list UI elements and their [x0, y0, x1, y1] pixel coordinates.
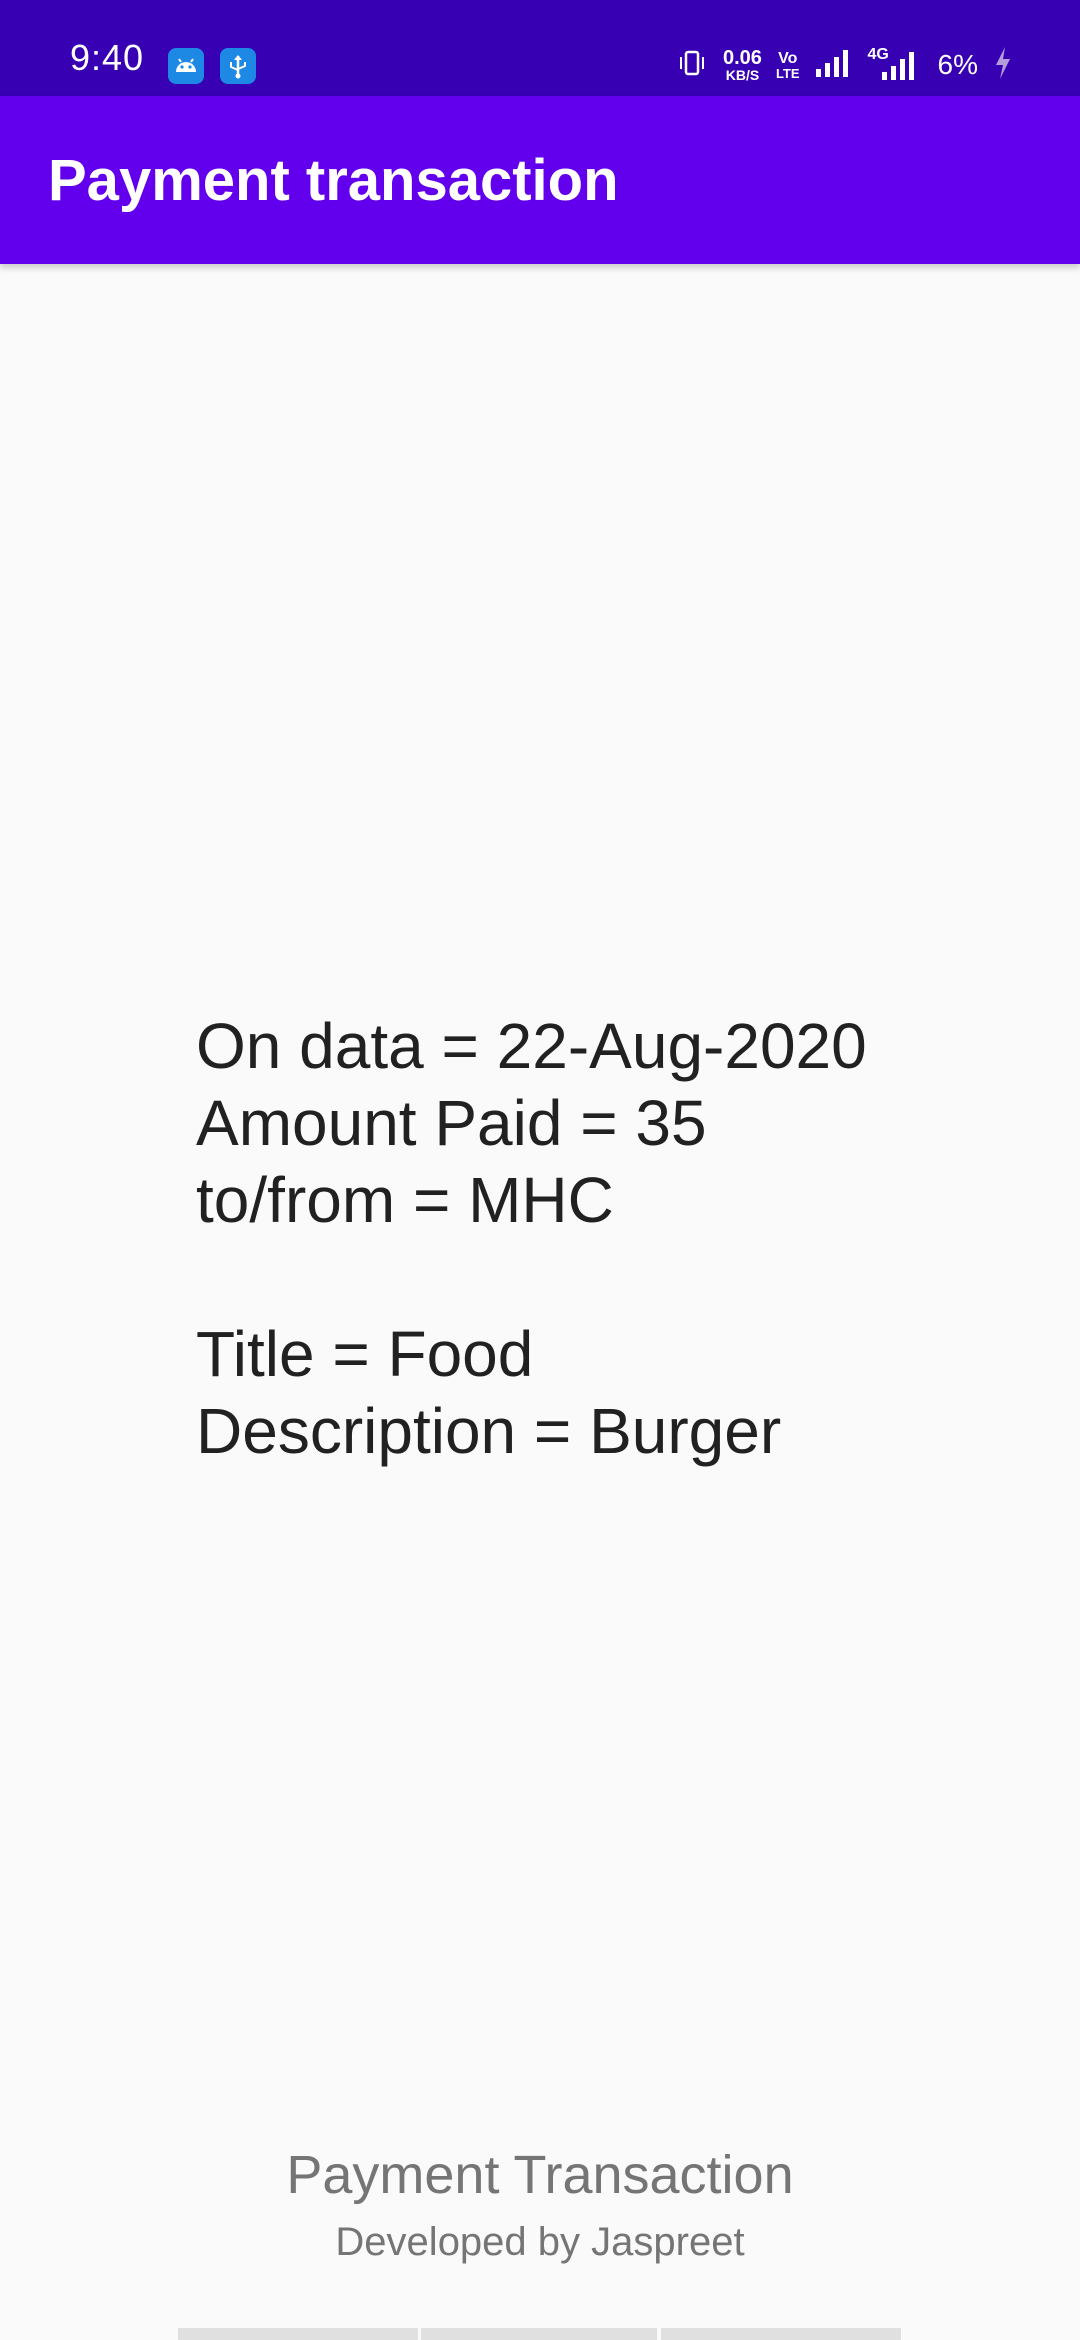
footer-title: Payment Transaction — [286, 2145, 794, 2205]
volte-top: Vo — [778, 49, 798, 67]
transaction-party: to/from = MHC — [196, 1164, 614, 1236]
status-indicators: 0.06 KB/S Vo LTE 4G 6% — [675, 44, 1014, 86]
signal-icon — [814, 47, 854, 84]
network-speed-unit: KB/S — [725, 67, 760, 83]
transaction-details: On data = 22-Aug-2020 Amount Paid = 35 t… — [196, 1008, 867, 1470]
android-debug-icon — [168, 48, 204, 84]
transaction-title: Title = Food — [196, 1318, 534, 1390]
transaction-description: Description = Burger — [196, 1395, 782, 1467]
signal-4g-icon: 4G — [868, 46, 924, 82]
status-time: 9:40 — [70, 37, 145, 78]
status-bar: 9:40 0.06 KB/S Vo LTE 4G 6% — [0, 0, 1080, 96]
nav-hint-left — [178, 2328, 418, 2340]
volte-bottom: LTE — [775, 65, 800, 81]
page-title: Payment transaction — [48, 148, 619, 213]
network-speed: 0.06 KB/S — [723, 48, 762, 82]
app-bar: Payment transaction — [0, 96, 1080, 264]
battery-percent: 6% — [937, 49, 978, 80]
battery-charging-icon — [992, 45, 1014, 86]
nav-hint-right — [661, 2328, 901, 2340]
nav-hint-center — [421, 2328, 657, 2340]
transaction-date: On data = 22-Aug-2020 — [196, 1010, 867, 1082]
volte-indicator: Vo LTE — [775, 49, 800, 81]
vibrate-icon — [675, 46, 709, 85]
network-speed-value: 0.06 — [723, 47, 762, 69]
footer-subtitle: Developed by Jaspreet — [335, 2220, 745, 2264]
usb-icon — [220, 48, 256, 84]
transaction-amount: Amount Paid = 35 — [196, 1087, 707, 1159]
